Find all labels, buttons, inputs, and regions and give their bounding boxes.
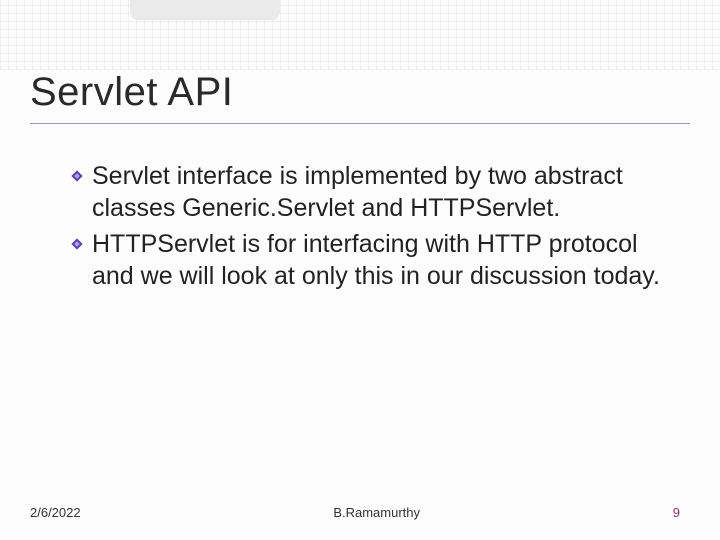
footer-date: 2/6/2022 <box>30 505 81 520</box>
slide-title: Servlet API <box>30 70 690 115</box>
diamond-bullet-icon <box>70 237 84 256</box>
slide-footer: 2/6/2022 B.Ramamurthy 9 <box>30 505 680 520</box>
list-item: Servlet interface is implemented by two … <box>70 160 670 224</box>
footer-page-number: 9 <box>673 505 680 520</box>
list-item: HTTPServlet is for interfacing with HTTP… <box>70 228 670 292</box>
title-container: Servlet API <box>30 70 690 124</box>
bullet-text: HTTPServlet is for interfacing with HTTP… <box>92 228 670 292</box>
bullet-text: Servlet interface is implemented by two … <box>92 160 670 224</box>
background-grid <box>0 0 720 70</box>
footer-author: B.Ramamurthy <box>333 505 420 520</box>
content-area: Servlet interface is implemented by two … <box>70 160 670 296</box>
diamond-bullet-icon <box>70 169 84 188</box>
slide-tab-decoration <box>130 0 280 20</box>
